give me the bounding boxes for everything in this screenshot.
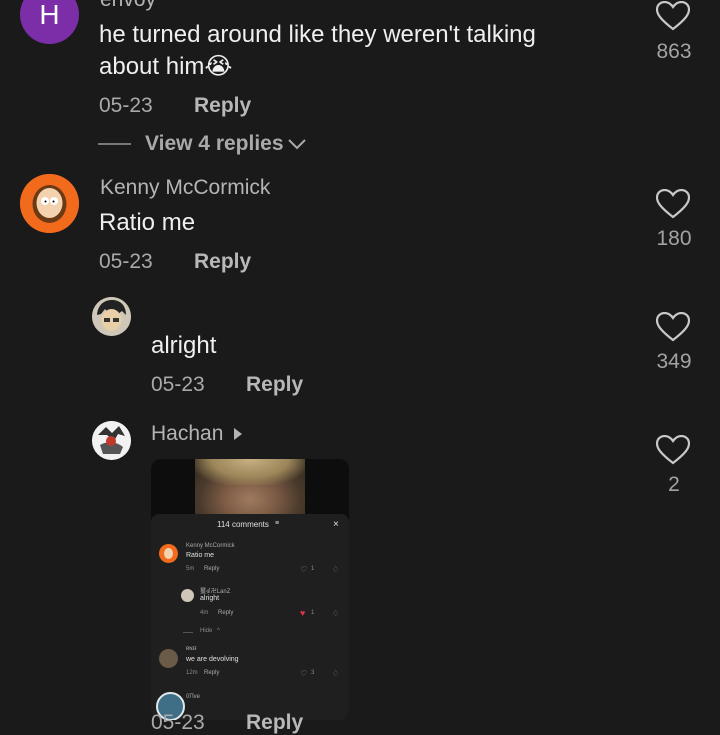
comment-username[interactable]: envoy [100,0,156,12]
mini-likes: 1 [311,566,315,572]
mini-dislike-icon: ♢ [332,565,340,574]
avatar[interactable] [20,174,79,233]
like-button[interactable] [655,311,691,347]
comment-date: 05-23 [99,94,153,117]
comment-date: 05-23 [99,250,153,273]
heart-icon [655,188,691,219]
view-replies-label: View 4 replies [145,132,284,155]
reply-button[interactable]: Reply [246,711,303,735]
mini-text: we are devolving [186,656,239,663]
like-count: 2 [668,473,680,496]
mini-heart-icon: ♡ [300,565,308,574]
mini-user: Kenny McCormick [186,543,235,549]
mini-avatar [159,544,178,563]
kenny-avatar-icon [20,174,79,233]
mini-divider [183,632,193,633]
avatar-letter: H [39,0,60,30]
mini-likes: 3 [311,670,315,676]
mini-reply: Reply [204,566,220,572]
reply-date: 05-23 [151,711,205,734]
view-replies-button[interactable]: View 4 replies [145,132,307,156]
embedded-screenshot-image[interactable]: 114 comments ≡ × Kenny McCormick Ratio m… [151,459,349,720]
mini-dislike-icon: ♢ [332,669,340,678]
comments-panel: 114 comments ≡ × Kenny McCormick Ratio m… [151,514,349,720]
avatar[interactable]: H [20,0,79,44]
mini-time: 12m [186,670,198,676]
chevron-down-icon [287,139,306,150]
mini-user: ʀɴɪғ [186,646,197,652]
mini-hide: Hide [200,628,213,634]
reply-username: Hachan [151,422,224,445]
reply-text: alright [151,332,217,359]
mini-close-icon: × [333,519,339,530]
sketch-avatar-icon [92,421,131,460]
mini-text: Ratio me [186,552,215,559]
anime-avatar-icon [92,297,131,336]
avatar[interactable] [92,297,131,336]
mini-avatar [159,649,178,668]
mini-avatar [181,589,194,602]
video-hair [195,459,305,485]
heart-icon [655,434,691,465]
like-button[interactable] [655,434,691,470]
reply-date: 05-23 [151,373,205,396]
mini-text: alright [200,595,220,602]
mini-comments-header: 114 comments [217,520,269,529]
reply-button[interactable]: Reply [194,250,251,274]
heart-icon [655,0,691,31]
mini-user: 璽ꀷ卍LanZ [200,589,231,595]
mini-user: 0Πve [186,694,201,700]
reply-username-row[interactable]: Hachan [151,422,245,446]
like-button[interactable] [655,0,691,36]
mini-heart-icon: ♡ [300,669,308,678]
mini-filter-icon: ≡ [275,520,280,527]
like-button[interactable] [655,188,691,224]
mini-chevron-up-icon: ^ [217,628,220,634]
like-count: 180 [656,227,692,250]
divider-line [98,143,131,145]
mini-reply: Reply [218,610,234,616]
mini-time: 4m [200,610,209,616]
play-arrow-icon [234,428,243,440]
comment-text: Ratio me [99,209,196,236]
mini-time: 5m [186,566,195,572]
like-count: 349 [656,350,692,373]
heart-icon [655,311,691,342]
reply-button[interactable]: Reply [194,94,251,118]
avatar[interactable] [92,421,131,460]
mini-reply: Reply [204,670,220,676]
reply-button[interactable]: Reply [246,373,303,397]
mini-likes: 1 [311,610,315,616]
comment-username[interactable]: Kenny McCormick [100,176,270,200]
mini-dislike-icon: ♢ [332,609,340,618]
like-count: 863 [656,40,692,63]
mini-heart-filled-icon: ♥ [300,608,306,618]
comment-text: he turned around like they weren't talki… [99,21,536,80]
